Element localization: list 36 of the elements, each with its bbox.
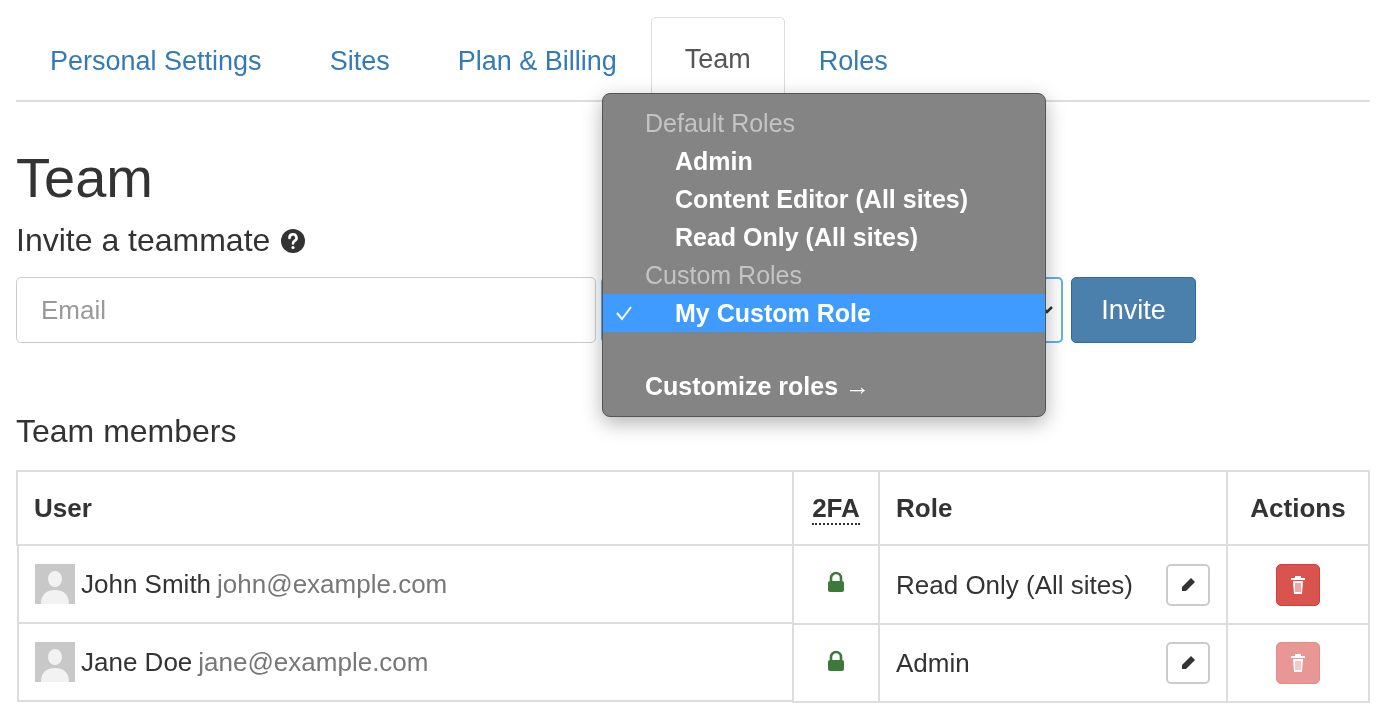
menu-group-header: Custom Roles bbox=[644, 260, 803, 291]
pencil-icon bbox=[1179, 575, 1197, 594]
menu-option[interactable]: My Custom Role bbox=[603, 294, 1045, 332]
member-name: John Smith bbox=[81, 568, 212, 600]
section-heading: Team members bbox=[16, 413, 237, 450]
member-email: jane@example.com bbox=[198, 646, 429, 678]
menu-option[interactable]: Admin bbox=[603, 142, 1045, 180]
column-header: Role bbox=[879, 471, 1227, 545]
edit-button[interactable] bbox=[1166, 563, 1210, 606]
menu-option[interactable]: Content Editor (All sites) bbox=[603, 180, 1045, 218]
invite-heading: Invite a teammate bbox=[16, 222, 271, 259]
column-header: Actions bbox=[1227, 471, 1369, 545]
edit-button[interactable] bbox=[1166, 642, 1210, 684]
trash-icon bbox=[1290, 574, 1306, 595]
menu-group-header: Default Roles bbox=[644, 108, 797, 139]
avatar-icon bbox=[35, 642, 75, 682]
member-email: john@example.com bbox=[217, 568, 448, 600]
tab[interactable]: Sites bbox=[295, 19, 424, 102]
invite-button[interactable]: Invite bbox=[1071, 277, 1196, 343]
trash-icon bbox=[1290, 653, 1306, 673]
tab[interactable]: Personal Settings bbox=[16, 19, 296, 102]
customize-roles-link[interactable]: Customize roles → bbox=[603, 368, 1045, 404]
menu-option[interactable]: Read Only (All sites) bbox=[603, 218, 1045, 256]
email-field[interactable]: Email bbox=[16, 277, 596, 343]
help-icon[interactable] bbox=[280, 227, 307, 254]
column-header: 2FA bbox=[793, 471, 879, 545]
column-header: User bbox=[17, 471, 793, 545]
member-role: Read Only (All sites) bbox=[896, 569, 1133, 600]
delete-button[interactable] bbox=[1276, 563, 1320, 606]
pencil-icon bbox=[1179, 654, 1197, 672]
avatar-icon bbox=[35, 564, 75, 604]
member-name: Jane Doe bbox=[81, 646, 193, 678]
page-title: Team bbox=[16, 146, 153, 210]
tab[interactable]: Plan & Billing bbox=[423, 19, 651, 102]
check-icon bbox=[615, 305, 633, 321]
member-role: Admin bbox=[896, 648, 970, 678]
